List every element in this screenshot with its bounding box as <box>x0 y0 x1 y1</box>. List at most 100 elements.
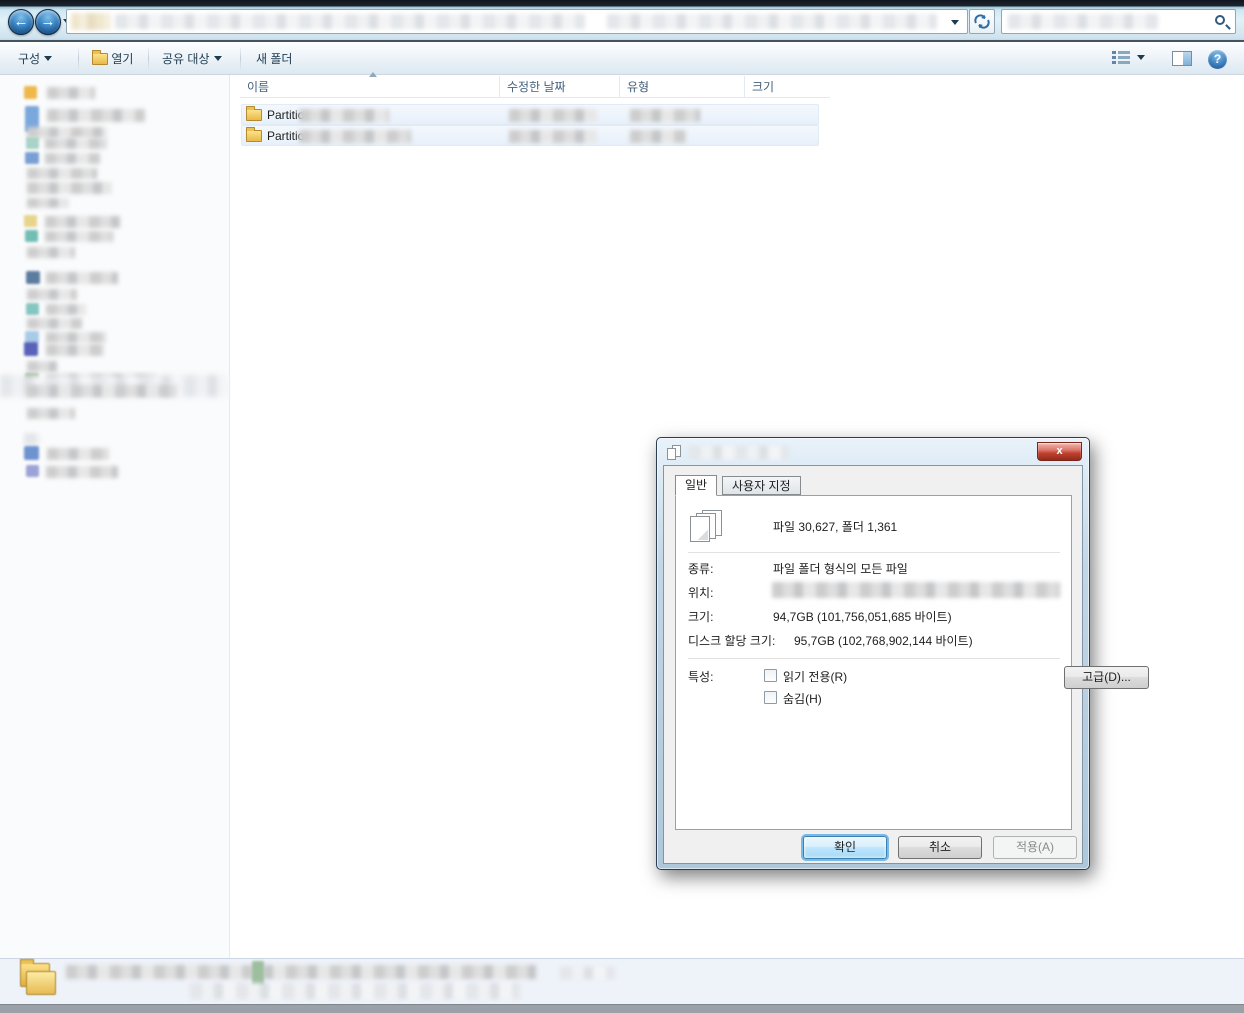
redacted-location-value <box>772 582 1060 598</box>
readonly-checkbox[interactable] <box>764 669 777 682</box>
redacted-tree-item <box>46 272 118 284</box>
open-folder-icon <box>92 50 108 65</box>
open-label: 열기 <box>111 52 134 66</box>
help-button[interactable]: ? <box>1208 49 1227 69</box>
redacted-tree-item <box>27 408 75 419</box>
address-location-icon-redacted <box>71 13 111 30</box>
new-folder-label: 새 폴더 <box>256 52 293 66</box>
column-header-size[interactable]: 크기 <box>745 76 830 98</box>
redacted-tree-item <box>47 448 109 460</box>
network-icon <box>24 446 39 460</box>
close-icon: x <box>1056 445 1063 457</box>
size-label: 크기: <box>688 610 714 624</box>
divider <box>688 658 1060 659</box>
cancel-button[interactable]: 취소 <box>898 836 982 859</box>
redacted-tree-item <box>46 466 118 478</box>
ok-button[interactable]: 확인 <box>803 836 887 859</box>
search-text-redacted <box>1008 14 1158 29</box>
column-header-type[interactable]: 유형 <box>620 76 745 98</box>
file-row-partition-2[interactable]: Partitio <box>241 125 819 146</box>
redacted-tree-item <box>45 153 100 164</box>
divider <box>688 552 1060 553</box>
chevron-down-icon <box>1137 55 1146 60</box>
multiple-files-icon <box>667 445 682 460</box>
tree-item-icon <box>26 271 40 284</box>
close-button[interactable]: x <box>1037 442 1082 461</box>
redacted-tree-item <box>27 289 77 300</box>
redacted-tree-item <box>47 109 145 122</box>
tab-general[interactable]: 일반 <box>675 475 718 496</box>
change-view-button[interactable] <box>1112 51 1146 71</box>
redacted-details-line3 <box>560 967 615 979</box>
column-header-name[interactable]: 이름 <box>240 76 500 98</box>
redacted-tree-item <box>46 344 104 356</box>
hidden-checkbox[interactable] <box>764 691 777 704</box>
apply-button[interactable]: 적용(A) <box>993 836 1077 859</box>
navigation-pane[interactable] <box>0 75 230 958</box>
general-tab-page: 파일 30,627, 폴더 1,361 종류: 파일 폴더 형식의 모든 파일 … <box>675 495 1149 830</box>
libraries-icon <box>24 215 37 227</box>
chevron-down-icon <box>213 56 222 61</box>
redacted-details-line2 <box>190 983 520 999</box>
redacted-date <box>509 109 597 122</box>
redacted-file-name <box>299 109 389 122</box>
redacted-tree-item <box>27 318 82 329</box>
hidden-label: 숨김(H) <box>783 692 822 706</box>
redacted-tree-item <box>46 304 86 315</box>
organize-menu-button[interactable]: 구성 <box>18 49 53 69</box>
back-button[interactable]: ← <box>8 9 34 35</box>
column-header-date-modified[interactable]: 수정한 날짜 <box>500 76 620 98</box>
address-dropdown-chevron-icon[interactable] <box>951 20 959 25</box>
dialog-body: 일반 사용자 지정 파일 30,627, 폴더 1,361 종류: 파일 폴더 … <box>663 465 1149 864</box>
type-label: 종류: <box>688 562 714 576</box>
size-value: 94,7GB (101,756,051,685 바이트) <box>773 610 952 624</box>
redacted-type <box>630 130 686 143</box>
advanced-button[interactable]: 고급(D)... <box>1064 666 1149 689</box>
redacted-tree-item <box>45 231 113 242</box>
address-path-redacted-2 <box>607 14 937 29</box>
open-button[interactable]: 열기 <box>92 49 133 69</box>
folder-icon <box>246 127 262 142</box>
toolbar-separator <box>240 46 241 71</box>
location-label: 위치: <box>688 586 714 600</box>
attributes-label: 특성: <box>688 670 714 684</box>
chevron-down-icon <box>44 56 53 61</box>
window-bottom-edge <box>0 1004 1244 1013</box>
redacted-tree-item <box>27 198 69 208</box>
redacted-tree-item <box>45 216 120 228</box>
tree-item-icon <box>26 137 39 149</box>
preview-pane-icon <box>1172 51 1192 66</box>
folder-icon <box>246 106 262 121</box>
explorer-window: ← → 구성 열기 공유 대상 새 폴더 ? 이름 수정한 날짜 유형 크기 P… <box>0 0 1244 1013</box>
redacted-date <box>509 130 597 143</box>
computer-icon <box>24 342 38 356</box>
redacted-tree-item <box>27 385 177 397</box>
address-path-redacted <box>115 14 585 29</box>
help-icon: ? <box>1208 50 1227 69</box>
share-with-menu-button[interactable]: 공유 대상 <box>162 49 222 69</box>
address-bar[interactable] <box>66 9 968 34</box>
redacted-tree-item <box>27 361 57 372</box>
back-arrow-icon: ← <box>13 13 29 30</box>
refresh-button[interactable] <box>969 9 995 34</box>
file-row-partition-1[interactable]: Partitio <box>241 104 819 125</box>
share-label: 공유 대상 <box>162 52 210 66</box>
search-input[interactable] <box>1001 9 1236 34</box>
search-icon <box>1215 15 1225 25</box>
redacted-tree-item <box>46 332 106 343</box>
redacted-details-line1 <box>66 965 536 979</box>
dialog-title-bar[interactable]: x <box>657 438 1089 465</box>
forward-button[interactable]: → <box>35 9 61 35</box>
organize-label: 구성 <box>18 52 41 66</box>
redacted-dialog-title <box>689 446 789 459</box>
preview-pane-button[interactable] <box>1172 51 1192 71</box>
redacted-tree-item <box>27 168 97 179</box>
new-folder-button[interactable]: 새 폴더 <box>256 49 292 69</box>
list-view-icon <box>1112 51 1130 65</box>
readonly-label: 읽기 전용(R) <box>783 670 848 684</box>
redacted-tree-item <box>45 138 107 149</box>
favorites-icon <box>24 86 37 99</box>
column-header-row: 이름 수정한 날짜 유형 크기 <box>240 76 830 98</box>
tab-customize[interactable]: 사용자 지정 <box>722 476 801 495</box>
type-value: 파일 폴더 형식의 모든 파일 <box>773 562 908 576</box>
